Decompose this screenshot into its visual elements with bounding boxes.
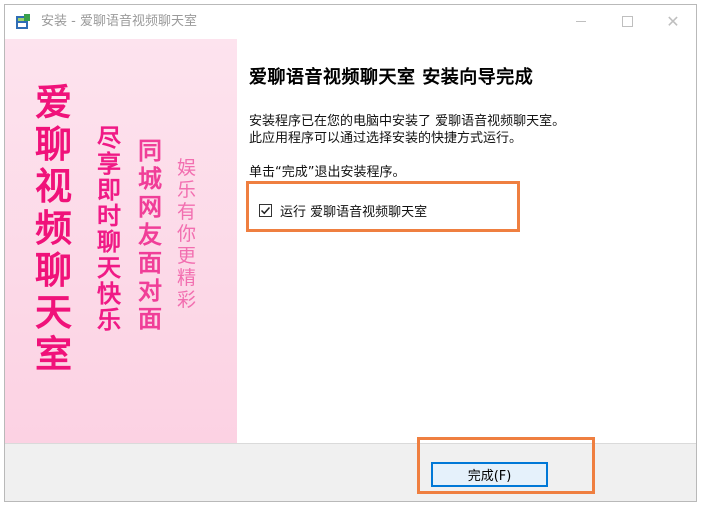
- wizard-content: 爱聊语音视频聊天室 安装向导完成 安装程序已在您的电脑中安装了 爱聊语音视频聊天…: [237, 39, 696, 443]
- banner-char: 面: [138, 304, 162, 333]
- banner-char: 爱: [35, 80, 72, 124]
- banner-char: 有: [177, 201, 197, 223]
- banner-char: 城: [138, 164, 162, 193]
- maximize-icon: [621, 15, 633, 27]
- banner-text-3: 同 城 网 友 面 对 面: [138, 137, 162, 333]
- banner-char: 聊: [35, 248, 72, 292]
- banner-char: 尽: [97, 123, 121, 152]
- banner-char: 聊: [35, 122, 72, 166]
- banner-char: 快: [97, 279, 121, 308]
- banner-char: 你: [177, 223, 197, 245]
- banner-char: 乐: [97, 305, 121, 334]
- description-line: 此应用程序可以通过选择安装的快捷方式运行。: [249, 131, 523, 146]
- title-bar[interactable]: 安装 - 爱聊语音视频聊天室 ✕: [5, 5, 696, 39]
- banner-char: 彩: [177, 289, 197, 311]
- minimize-button[interactable]: [558, 5, 604, 37]
- banner-char: 时: [97, 201, 121, 230]
- banner-char: 同: [138, 136, 162, 165]
- banner-char: 天: [97, 253, 121, 282]
- banner-char: 天: [35, 290, 72, 334]
- banner-char: 友: [138, 220, 162, 249]
- banner-char: 面: [138, 248, 162, 277]
- banner-char: 享: [97, 149, 121, 178]
- installer-window: 安装 - 爱聊语音视频聊天室 ✕ 爱 聊 视 频 聊 天 室 尽 享 即 时 聊…: [4, 4, 697, 502]
- finish-instruction: 单击“完成”退出安装程序。: [249, 165, 406, 180]
- wizard-banner-image: 爱 聊 视 频 聊 天 室 尽 享 即 时 聊 天 快 乐 同 城 网 友 面 …: [5, 39, 237, 443]
- window-title: 安装 - 爱聊语音视频聊天室: [41, 14, 197, 29]
- banner-char: 视: [35, 164, 72, 208]
- banner-char: 聊: [97, 227, 121, 256]
- close-icon: ✕: [666, 11, 680, 31]
- banner-text-main: 爱 聊 视 频 聊 天 室: [35, 81, 72, 375]
- banner-char: 即: [97, 175, 121, 204]
- banner-char: 更: [177, 245, 197, 267]
- description-line: 安装程序已在您的电脑中安装了 爱聊语音视频聊天室。: [249, 114, 566, 129]
- annotation-highlight-box: [246, 181, 520, 232]
- banner-char: 网: [138, 192, 162, 221]
- maximize-button[interactable]: [604, 5, 650, 37]
- annotation-highlight-box: [417, 437, 595, 494]
- close-button[interactable]: ✕: [650, 5, 696, 37]
- banner-text-4: 娱 乐 有 你 更 精 彩: [177, 157, 196, 311]
- banner-char: 对: [138, 276, 162, 305]
- banner-char: 精: [177, 267, 197, 289]
- minimize-icon: [576, 20, 586, 22]
- banner-char: 乐: [177, 179, 197, 201]
- banner-text-2: 尽 享 即 时 聊 天 快 乐: [97, 125, 121, 333]
- installer-app-icon: [16, 14, 30, 29]
- banner-char: 频: [35, 206, 72, 250]
- page-title: 爱聊语音视频聊天室 安装向导完成: [249, 67, 534, 88]
- banner-char: 室: [35, 332, 72, 376]
- banner-char: 娱: [177, 157, 197, 179]
- completion-description: 安装程序已在您的电脑中安装了 爱聊语音视频聊天室。 此应用程序可以通过选择安装的…: [249, 113, 669, 147]
